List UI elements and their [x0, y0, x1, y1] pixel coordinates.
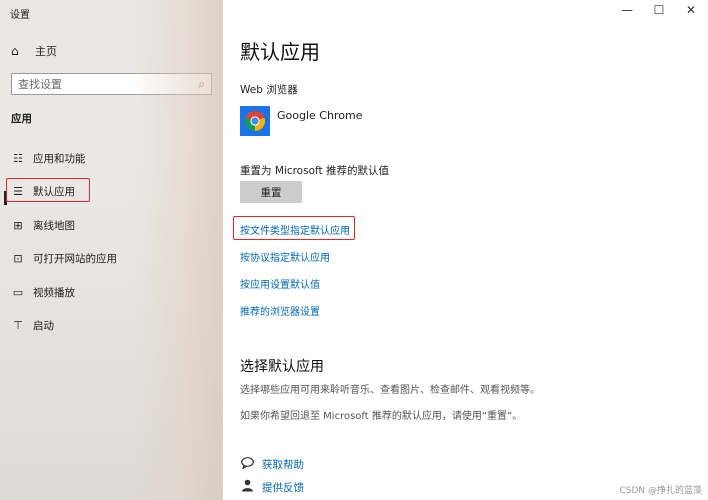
sidebar: 设置 ⌂ 主页 查找设置 ⌕ 应用 ☷ 应用和功能 ☰ 默认应用 ⊞ 离线地图 … — [0, 0, 223, 500]
reset-button[interactable]: 重置 — [240, 181, 302, 203]
home-label: 主页 — [35, 45, 57, 58]
reset-hint: 如果你希望回退至 Microsoft 推荐的默认应用，请使用“重置”。 — [240, 411, 523, 422]
sidebar-item-apps-for-websites[interactable]: ⊡ 可打开网站的应用 — [0, 246, 222, 270]
help-chat-icon — [240, 457, 254, 472]
choose-default-apps-heading: 选择默认应用 — [240, 359, 324, 375]
watermark: CSDN @挣扎的蓝藻 — [619, 486, 702, 496]
link-recommended-browser-settings[interactable]: 推荐的浏览器设置 — [240, 303, 320, 318]
apps-for-websites-icon: ⊡ — [13, 251, 23, 265]
feedback-person-icon — [240, 479, 254, 495]
sidebar-item-startup[interactable]: ⊤ 启动 — [0, 313, 222, 337]
browser-name: Google Chrome — [277, 109, 363, 122]
maximize-button[interactable]: ☐ — [644, 3, 674, 21]
sidebar-item-video-playback[interactable]: ▭ 视频播放 — [0, 280, 222, 304]
sidebar-item-label: 启动 — [33, 319, 54, 332]
reset-label: 重置为 Microsoft 推荐的默认值 — [240, 165, 389, 177]
highlight-box-default-apps — [6, 178, 90, 202]
search-placeholder: 查找设置 — [18, 78, 62, 91]
link-default-by-file-type[interactable]: 按文件类型指定默认应用 — [240, 222, 350, 237]
sidebar-section-heading: 应用 — [11, 113, 32, 125]
sidebar-item-label: 离线地图 — [33, 219, 75, 232]
home-icon: ⌂ — [11, 44, 19, 58]
minimize-button[interactable]: — — [612, 3, 642, 21]
sidebar-item-offline-maps[interactable]: ⊞ 离线地图 — [0, 213, 222, 237]
link-defaults-by-app[interactable]: 按应用设置默认值 — [240, 276, 320, 291]
video-playback-icon: ▭ — [12, 285, 24, 299]
choose-description: 选择哪些应用可用来聆听音乐、查看图片、检查邮件、观看视频等。 — [240, 385, 540, 396]
give-feedback-label: 提供反馈 — [262, 481, 304, 494]
sidebar-item-home[interactable]: ⌂ 主页 — [11, 43, 57, 59]
offline-maps-icon: ⊞ — [13, 218, 23, 232]
chrome-icon — [240, 106, 270, 136]
give-feedback-link[interactable]: 提供反馈 — [240, 479, 304, 495]
get-help-link[interactable]: 获取帮助 — [240, 457, 304, 472]
close-button[interactable]: ✕ — [676, 3, 706, 21]
startup-icon: ⊤ — [13, 318, 23, 332]
search-icon[interactable]: ⌕ — [198, 77, 205, 92]
main-content: — ☐ ✕ 默认应用 Web 浏览器 Google Chrome 重置为 Mic… — [224, 0, 708, 500]
page-title: 默认应用 — [240, 40, 320, 64]
sidebar-item-label: 可打开网站的应用 — [33, 252, 117, 265]
get-help-label: 获取帮助 — [262, 459, 304, 471]
default-browser-button[interactable]: Google Chrome — [240, 106, 362, 136]
browser-label: Web 浏览器 — [240, 84, 298, 96]
sidebar-item-label: 视频播放 — [33, 286, 75, 299]
sidebar-item-apps-features[interactable]: ☷ 应用和功能 — [0, 146, 222, 170]
search-input[interactable]: 查找设置 ⌕ — [11, 73, 212, 95]
apps-features-icon: ☷ — [13, 151, 23, 165]
link-default-by-protocol[interactable]: 按协议指定默认应用 — [240, 249, 330, 264]
app-title: 设置 — [10, 10, 30, 21]
sidebar-item-label: 应用和功能 — [33, 152, 86, 165]
